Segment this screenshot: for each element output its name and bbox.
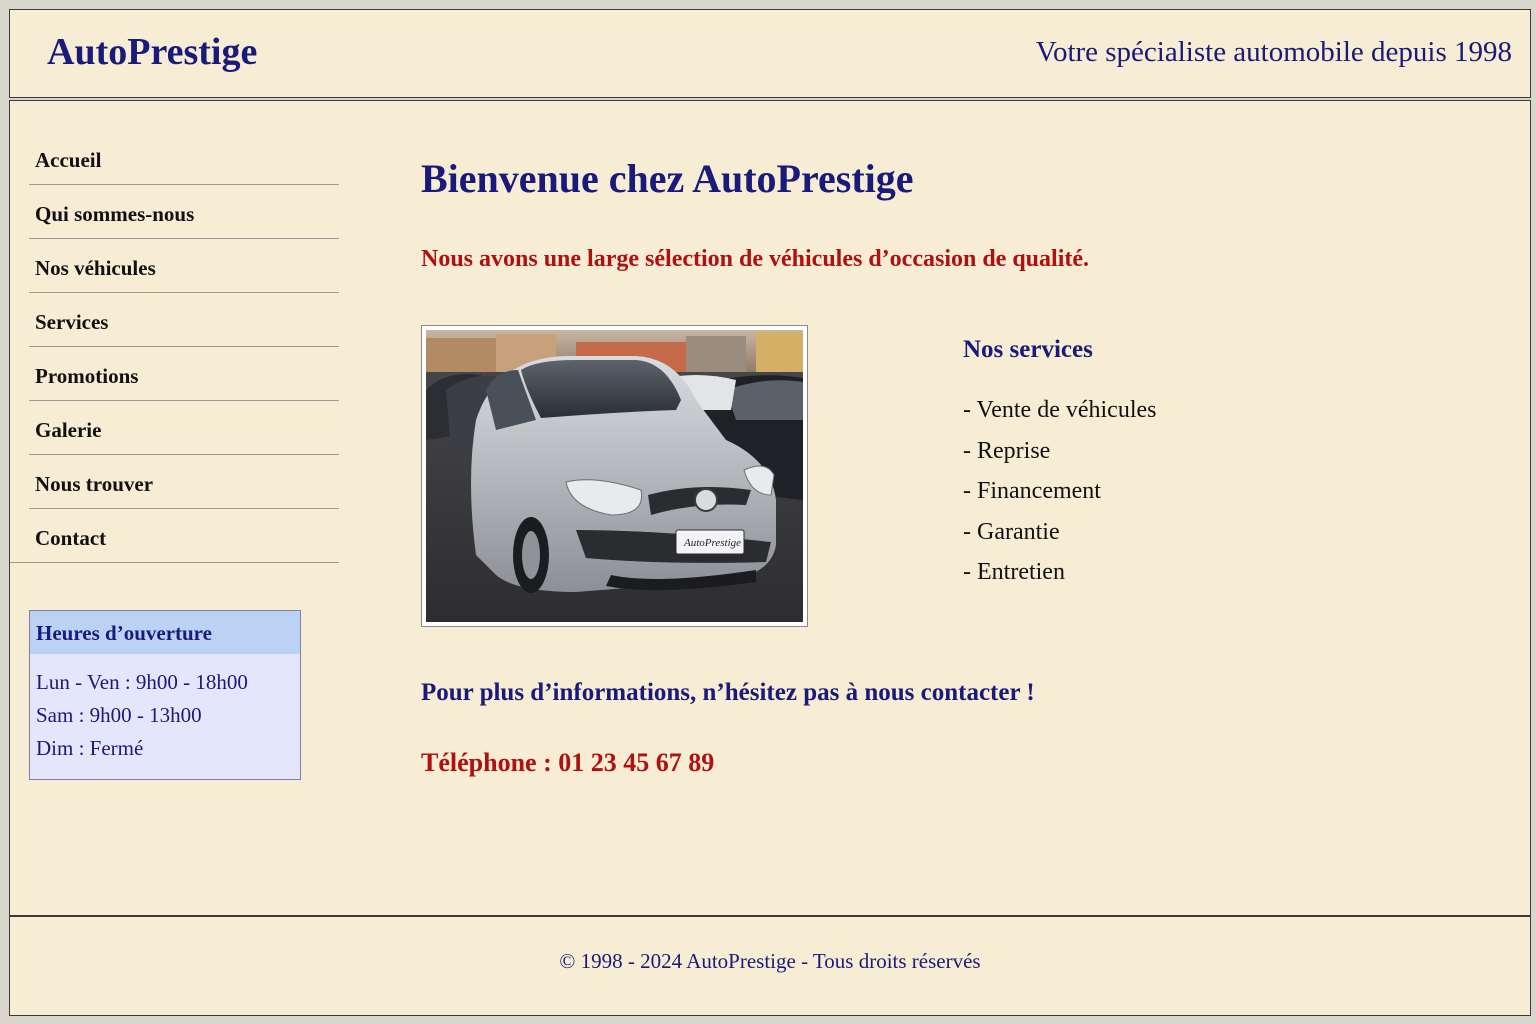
nav-divider [10,562,29,563]
nav-item-contact[interactable]: Contact [29,509,339,563]
sidebar: Accueil Qui sommes-nous Nos véhicules Se… [9,100,369,916]
main-navigation: Accueil Qui sommes-nous Nos véhicules Se… [29,131,339,563]
hours-weekdays: Lun - Ven : 9h00 - 18h00 [36,670,248,694]
nav-link-qui-sommes-nous[interactable]: Qui sommes-nous [29,196,339,227]
hours-sunday: Dim : Fermé [36,736,144,760]
intro-text: Nous avons une large sélection de véhicu… [421,246,1090,272]
page-title: Bienvenue chez AutoPrestige [421,156,914,201]
services-title: Nos services [963,336,1093,363]
service-item: - Vente de véhicules [963,397,1157,423]
nav-item-services[interactable]: Services [29,293,339,347]
site-header: AutoPrestige Votre spécialiste automobil… [9,9,1531,98]
site-logo[interactable]: AutoPrestige [47,30,257,74]
nav-link-nos-vehicules[interactable]: Nos véhicules [29,250,339,281]
opening-hours-title: Heures d’ouverture [30,611,300,654]
nav-item-accueil[interactable]: Accueil [29,131,339,185]
nav-link-contact[interactable]: Contact [29,520,339,551]
service-item: - Garantie [963,518,1060,545]
hours-saturday: Sam : 9h00 - 13h00 [36,703,202,727]
nav-link-galerie[interactable]: Galerie [29,412,339,443]
opening-hours-list: Lun - Ven : 9h00 - 18h00 Sam : 9h00 - 13… [30,654,300,779]
car-photo: AutoPrestige [421,325,808,627]
nav-link-nous-trouver[interactable]: Nous trouver [29,466,339,497]
nav-item-galerie[interactable]: Galerie [29,401,339,455]
nav-link-services[interactable]: Services [29,304,339,335]
opening-hours-box: Heures d’ouverture Lun - Ven : 9h00 - 18… [29,610,301,780]
services-list: - Vente de véhicules - Reprise - Finance… [963,397,1157,600]
service-item: - Entretien [963,559,1065,585]
contact-invitation: Pour plus d’informations, n’hésitez pas … [421,679,1035,706]
nav-link-promotions[interactable]: Promotions [29,358,339,389]
service-item: - Reprise [963,437,1051,464]
service-item: - Financement [963,478,1101,504]
copyright-text: © 1998 - 2024 AutoPrestige - Tous droits… [559,949,981,973]
phone-number[interactable]: Téléphone : 01 23 45 67 89 [421,748,714,778]
nav-item-nous-trouver[interactable]: Nous trouver [29,455,339,509]
license-plate-text: AutoPrestige [683,537,741,549]
nav-link-accueil[interactable]: Accueil [29,142,339,173]
nav-item-nos-vehicules[interactable]: Nos véhicules [29,239,339,293]
site-tagline: Votre spécialiste automobile depuis 1998 [1035,36,1512,68]
car-photo-image: AutoPrestige [426,330,803,622]
nav-item-promotions[interactable]: Promotions [29,347,339,401]
site-footer: © 1998 - 2024 AutoPrestige - Tous droits… [9,916,1531,1016]
nav-item-qui-sommes-nous[interactable]: Qui sommes-nous [29,185,339,239]
main-content: Bienvenue chez AutoPrestige Nous avons u… [368,100,1531,916]
